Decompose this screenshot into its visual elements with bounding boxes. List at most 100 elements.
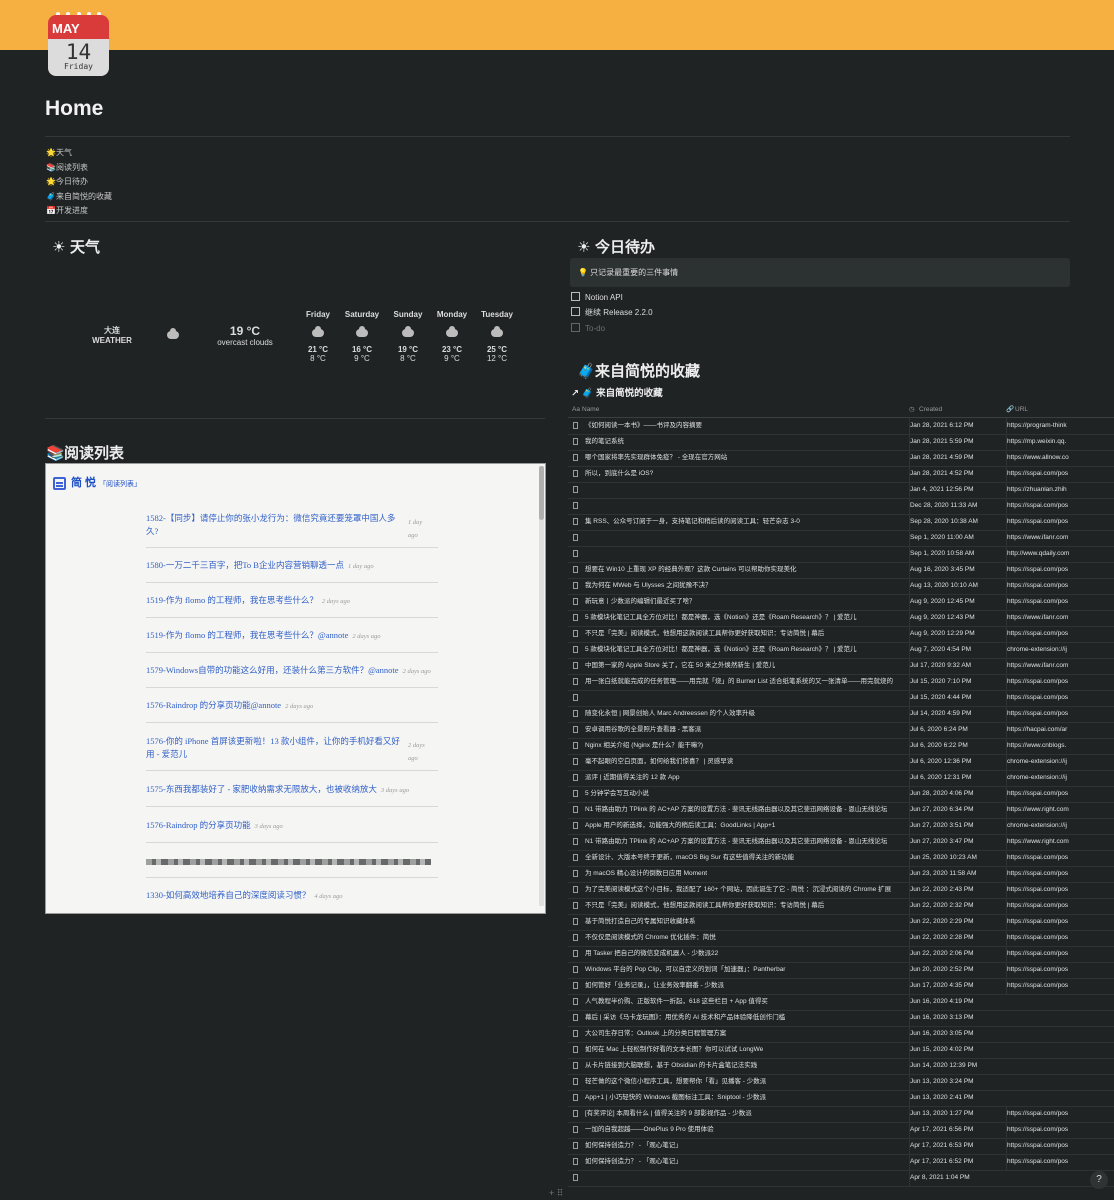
cell-created[interactable]: Sep 1, 2020 10:58 AM xyxy=(909,546,1002,562)
table-row[interactable]: N1 带路由助力 TPlink 的 AC+AP 方案的设置方法 - 斐讯无线路由… xyxy=(568,802,1114,819)
cell-name[interactable]: [有奖评论] 本周看什么 | 值得关注的 9 部影视作品 - 少数派 xyxy=(585,1106,901,1122)
cell-url[interactable]: https://sspai.com/pos xyxy=(1006,562,1114,578)
table-row[interactable]: App+1 | 小巧轻快的 Windows 截图标注工具：Sniptool - … xyxy=(568,1090,1114,1107)
cell-created[interactable]: Jul 6, 2020 6:22 PM xyxy=(909,738,1002,754)
table-row[interactable]: 一加的自我超越——OnePlus 9 Pro 使用体验 Apr 17, 2021 … xyxy=(568,1122,1114,1139)
reading-item-title[interactable]: 1575-东西我都装好了 - 家肥收纳需求无限放大，也被收纳放大 xyxy=(146,784,377,794)
cell-name[interactable]: App+1 | 小巧轻快的 Windows 截图标注工具：Sniptool - … xyxy=(585,1090,901,1106)
table-row[interactable]: 全新设计、大版本号终于更新，macOS Big Sur 有这些值得关注的新功能 J… xyxy=(568,850,1114,867)
cell-name[interactable]: 用一张白纸就能完成的任务管理——用完就「烧」的 Burner List 适合纸笔… xyxy=(585,674,901,690)
cell-created[interactable]: Aug 16, 2020 3:45 PM xyxy=(909,562,1002,578)
cell-url[interactable]: https://sspai.com/pos xyxy=(1006,978,1114,994)
cell-url[interactable]: https://sspai.com/pos xyxy=(1006,578,1114,594)
cell-url[interactable]: https://sspai.com/pos xyxy=(1006,1154,1114,1170)
cell-url[interactable]: https://mp.weixin.qq. xyxy=(1006,434,1114,450)
cell-name[interactable]: 一加的自我超越——OnePlus 9 Pro 使用体验 xyxy=(585,1122,901,1138)
cell-url[interactable]: https://sspai.com/pos xyxy=(1006,706,1114,722)
table-row[interactable]: Sep 1, 2020 11:00 AM https://www.ifanr.co… xyxy=(568,530,1114,547)
table-row[interactable]: 5 款模块化笔记工具全方位对比！都是神器，选《Notion》还是《Roam Re… xyxy=(568,610,1114,627)
cell-name[interactable]: 人气教程半价购、正版软件一折起，618 这些栏目 + App 值得买 xyxy=(585,994,901,1010)
cell-name[interactable]: 中国第一家的 Apple Store 关了，它在 50 米之外焕然新生 | 爱范… xyxy=(585,658,901,674)
reading-item[interactable]: 1582-【同步】请停止你的张小龙行为：微信究竟还要笼罩中国人多久? 1 day … xyxy=(146,512,438,548)
cell-name[interactable]: 大公司生存日常：Outlook 上的分类日程管理方案 xyxy=(585,1026,901,1042)
cell-name[interactable]: 全新设计、大版本号终于更新，macOS Big Sur 有这些值得关注的新功能 xyxy=(585,850,901,866)
cell-created[interactable]: Jul 15, 2020 7:10 PM xyxy=(909,674,1002,690)
reading-item[interactable]: 1576-你的 iPhone 首屏该更新啦！13 款小组件，让你的手机好看又好用… xyxy=(146,735,438,771)
cell-name[interactable]: Nginx 相关介绍 (Nginx 是什么？能干嘛?) xyxy=(585,738,901,754)
cell-created[interactable]: Apr 17, 2021 6:53 PM xyxy=(909,1138,1002,1154)
checkbox[interactable] xyxy=(571,307,580,316)
cell-url[interactable]: https://sspai.com/pos xyxy=(1006,914,1114,930)
cell-name[interactable]: 新玩意丨少数派的编辑们最近买了啥？ xyxy=(585,594,901,610)
reading-item[interactable]: 1575-东西我都装好了 - 家肥收纳需求无限放大，也被收纳放大 3 days a… xyxy=(146,783,438,807)
cell-name[interactable]: N1 带路由助力 TPlink 的 AC+AP 方案的设置方法 - 斐讯无线路由… xyxy=(585,802,901,818)
cell-url[interactable]: https://www.ifanr.com xyxy=(1006,658,1114,674)
todo-item[interactable]: Notion API xyxy=(571,292,623,302)
table-row[interactable]: N1 带路由助力 TPlink 的 AC+AP 方案的设置方法 - 斐讯无线路由… xyxy=(568,834,1114,851)
cell-created[interactable]: Aug 13, 2020 10:10 AM xyxy=(909,578,1002,594)
cell-url[interactable]: http://www.qdaily.com xyxy=(1006,546,1114,562)
cell-created[interactable]: Jun 14, 2020 12:39 PM xyxy=(909,1058,1002,1074)
cell-created[interactable]: Jun 22, 2020 2:43 PM xyxy=(909,882,1002,898)
cell-url[interactable]: https://zhuanlan.zhih xyxy=(1006,482,1114,498)
cell-created[interactable]: Jun 22, 2020 2:29 PM xyxy=(909,914,1002,930)
cell-name[interactable]: 我为何在 MWeb 与 Ulysses 之间犹豫不决？ xyxy=(585,578,901,594)
cell-created[interactable]: Jan 28, 2021 6:12 PM xyxy=(909,418,1002,434)
cell-created[interactable]: Jul 6, 2020 12:36 PM xyxy=(909,754,1002,770)
cell-created[interactable]: Jan 28, 2021 5:59 PM xyxy=(909,434,1002,450)
cell-created[interactable]: Dec 28, 2020 11:33 AM xyxy=(909,498,1002,514)
table-row[interactable]: 派评 | 近期值得关注的 12 款 App Jul 6, 2020 12:31 P… xyxy=(568,770,1114,787)
table-row[interactable]: 用 Tasker 把自己的微信变成机器人 - 少数派22 Jun 22, 2020… xyxy=(568,946,1114,963)
table-row[interactable]: 安卓调用谷歌的全景照片查看器 - 黑客派 Jul 6, 2020 6:24 PM h… xyxy=(568,722,1114,739)
cell-url[interactable]: https://program-think xyxy=(1006,418,1114,434)
checkbox[interactable] xyxy=(571,292,580,301)
cell-name[interactable]: 随变化永恒 | 网景创始人 Marc Andreessen 的个人效率升级 xyxy=(585,706,901,722)
cell-url[interactable]: https://www.cnblogs. xyxy=(1006,738,1114,754)
cell-name[interactable]: 用 Tasker 把自己的微信变成机器人 - 少数派22 xyxy=(585,946,901,962)
table-row[interactable]: 不只是「完美」阅读模式，他想用这款阅读工具帮你更好获取知识：专访简悦 | 幕后 J… xyxy=(568,898,1114,915)
reading-item-title[interactable]: 1519-作为 flomo 的工程师，我在思考些什么？ xyxy=(146,595,318,605)
cell-created[interactable]: Apr 8, 2021 1:04 PM xyxy=(909,1170,1002,1186)
cell-url[interactable]: https://sspai.com/pos xyxy=(1006,1138,1114,1154)
add-block-button[interactable]: + ⠿ xyxy=(549,1188,563,1199)
reading-scrollbar[interactable] xyxy=(539,466,544,906)
cell-name[interactable]: 不仅仅是阅读模式的 Chrome 优化插件：简悦 xyxy=(585,930,901,946)
cell-name[interactable]: 为 macOS 精心设计的倒数日应用 Moment xyxy=(585,866,901,882)
cell-url[interactable]: https://sspai.com/pos xyxy=(1006,498,1114,514)
cell-created[interactable]: Jun 13, 2020 1:27 PM xyxy=(909,1106,1002,1122)
cell-url[interactable]: https://sspai.com/pos xyxy=(1006,930,1114,946)
cell-url[interactable]: https://sspai.com/pos xyxy=(1006,850,1114,866)
cell-name[interactable]: Apple 用户的新选择，功能强大的稍后读工具：GoodLinks | App+… xyxy=(585,818,901,834)
cell-url[interactable]: chrome-extension://ij xyxy=(1006,770,1114,786)
scrollbar-thumb[interactable] xyxy=(539,466,544,520)
cell-url[interactable]: https://sspai.com/pos xyxy=(1006,690,1114,706)
cell-url[interactable]: https://sspai.com/pos xyxy=(1006,1106,1114,1122)
toc-item-todo[interactable]: 🌟今日待办 xyxy=(46,175,112,190)
cell-name[interactable]: N1 带路由助力 TPlink 的 AC+AP 方案的设置方法 - 斐讯无线路由… xyxy=(585,834,901,850)
cell-name[interactable]: 5 分钟学会写互动小说 xyxy=(585,786,901,802)
table-row[interactable]: 随变化永恒 | 网景创始人 Marc Andreessen 的个人效率升级 Jul… xyxy=(568,706,1114,723)
table-row[interactable]: 如何保持创造力？ - 「观心笔记」 Apr 17, 2021 6:53 PM htt… xyxy=(568,1138,1114,1155)
linked-database-title[interactable]: ↗ 🧳 来自简悦的收藏 xyxy=(571,385,663,399)
cell-url[interactable]: https://sspai.com/pos xyxy=(1006,594,1114,610)
table-row[interactable]: 《如何阅读一本书》——书评及内容摘要 Jan 28, 2021 6:12 PM ht… xyxy=(568,418,1114,435)
cell-name[interactable]: 集 RSS、公众号订阅于一身，支持笔记和稍后读的阅读工具：轻芒杂志 3-0 xyxy=(585,514,901,530)
toc-item-progress[interactable]: 📅开发进度 xyxy=(46,204,112,219)
cell-url[interactable]: chrome-extension://ij xyxy=(1006,818,1114,834)
todo-label[interactable]: Notion API xyxy=(585,293,623,302)
cell-url[interactable]: https://sspai.com/pos xyxy=(1006,1122,1114,1138)
table-row[interactable]: 如何管好「业务记录」，让业务效率翻番 - 少数派 Jun 17, 2020 4:3… xyxy=(568,978,1114,995)
cell-created[interactable]: Jul 15, 2020 4:44 PM xyxy=(909,690,1002,706)
cell-url[interactable]: https://www.ifanr.com xyxy=(1006,530,1114,546)
col-name[interactable]: Name xyxy=(582,403,599,417)
db-title-text[interactable]: 来自简悦的收藏 xyxy=(596,388,663,399)
cell-url[interactable]: chrome-extension://ij xyxy=(1006,754,1114,770)
col-url[interactable]: URL xyxy=(1015,403,1028,417)
cell-created[interactable]: Jan 4, 2021 12:56 PM xyxy=(909,482,1002,498)
cell-name[interactable]: 不只是「完美」阅读模式，他想用这款阅读工具帮你更好获取知识：专访简悦 | 幕后 xyxy=(585,626,901,642)
reading-item[interactable]: 1519-作为 flomo 的工程师，我在思考些什么？@annote 2 days… xyxy=(146,629,438,653)
reading-item-title[interactable]: 1580-一万二千三百字，把To B企业内容营销聊透一点 xyxy=(146,560,344,570)
table-row[interactable]: [有奖评论] 本周看什么 | 值得关注的 9 部影视作品 - 少数派 Jun 13… xyxy=(568,1106,1114,1123)
cell-name[interactable]: 我的笔记系统 xyxy=(585,434,901,450)
cell-url[interactable]: https://hacpai.com/ar xyxy=(1006,722,1114,738)
